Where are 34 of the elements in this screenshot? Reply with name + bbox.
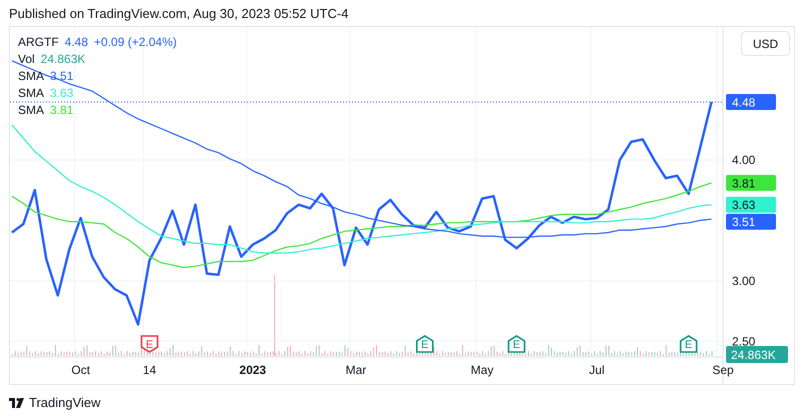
time-axis-label: 14	[142, 363, 156, 377]
legend-change: +0.09 (+2.04%)	[94, 35, 177, 49]
earnings-marker[interactable]: E	[680, 335, 698, 353]
earnings-marker[interactable]: E	[416, 335, 434, 353]
legend-label: ARGTF	[18, 35, 59, 49]
price-badge: 4.48	[726, 94, 776, 110]
legend-value: 3.81	[50, 103, 74, 117]
legend-label: SMA	[18, 69, 44, 83]
time-axis-label: Mar	[346, 363, 366, 377]
logo-icon	[9, 398, 25, 408]
time-axis-label: Oct	[71, 363, 90, 377]
price-axis-label: 3.00	[732, 274, 756, 288]
time-axis-label: 2023	[239, 363, 266, 377]
time-axis-label: Sep	[712, 363, 734, 377]
price-badge: 3.51	[726, 214, 776, 230]
currency-button[interactable]: USD	[741, 31, 790, 56]
price-badge: 3.81	[726, 174, 776, 191]
legend-label: Vol	[18, 52, 35, 66]
legend-label: SMA	[18, 86, 44, 100]
time-axis-label: Jul	[589, 363, 604, 377]
legend-value: 3.63	[50, 86, 74, 100]
legend-label: SMA	[18, 103, 44, 117]
brand-name: TradingView	[29, 395, 101, 410]
price-axis-label: 2.50	[732, 334, 756, 348]
earnings-marker[interactable]: E	[140, 335, 158, 353]
price-axis-label: 4.00	[732, 152, 756, 167]
legend-value: 3.51	[50, 69, 74, 83]
time-axis-label: May	[470, 363, 494, 377]
legend-value: 4.48	[64, 35, 88, 49]
price-badge: 3.63	[726, 196, 776, 213]
published-caption: Published on TradingView.com, Aug 30, 2023 05:52 UTC-4	[9, 6, 350, 22]
legend-value: 24.863K	[40, 52, 86, 66]
earnings-marker[interactable]: E	[508, 335, 526, 353]
volume-badge: 24.863K	[726, 346, 788, 363]
